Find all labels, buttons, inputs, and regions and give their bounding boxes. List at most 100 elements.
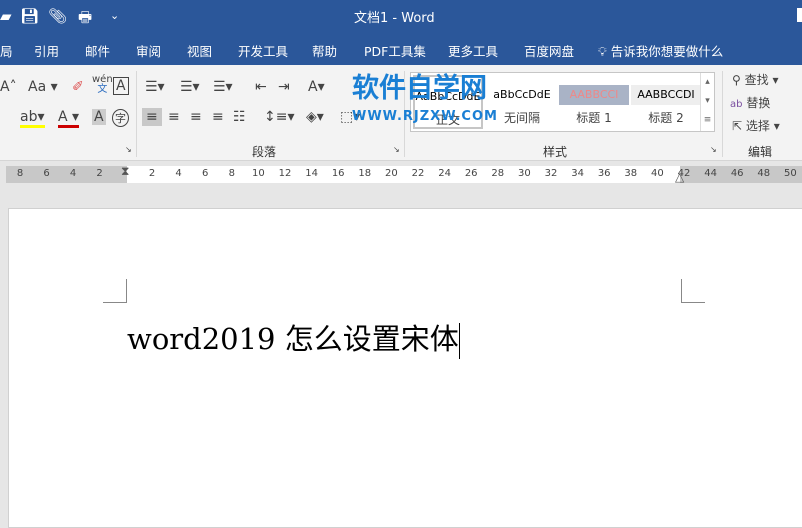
multilevel-list-icon[interactable]: ☰▾ xyxy=(213,79,233,95)
styles-dialog-launcher-icon[interactable]: ↘ xyxy=(710,145,717,154)
tab-references[interactable]: 引用 xyxy=(34,41,59,60)
cursor-icon: ⇱ xyxy=(732,119,743,133)
right-indent-marker[interactable]: △ xyxy=(675,170,684,184)
window-title: 文档1 - Word xyxy=(354,11,435,26)
customize-icon[interactable]: ⌄ xyxy=(110,9,119,22)
font-color-icon[interactable]: A ▾ xyxy=(58,109,80,128)
window-control[interactable] xyxy=(797,8,802,22)
ruler-number: 24 xyxy=(438,168,451,179)
crop-mark xyxy=(681,279,705,303)
ruler-number: 30 xyxy=(518,168,531,179)
ruler-number: 48 xyxy=(757,168,771,179)
ruler-number: 22 xyxy=(411,168,425,179)
ruler-number: 14 xyxy=(305,168,318,179)
distributed-icon[interactable]: ☷ xyxy=(233,109,246,125)
ribbon: A˄ Aa ▾ ✐ wén 文 A ab▾ A ▾ A 字 ☰▾ ☰▾ ☰▾ ⇤ … xyxy=(0,65,802,161)
tab-layout[interactable]: 局 xyxy=(0,41,13,60)
grow-font-icon[interactable]: A˄ xyxy=(0,79,17,95)
find-button[interactable]: ⚲ 查找 ▾ xyxy=(732,71,778,88)
paragraph-dialog-launcher-icon[interactable]: ↘ xyxy=(393,145,400,154)
document-text[interactable]: word2019 怎么设置宋体 xyxy=(127,316,460,359)
indent-marker[interactable]: ⧗ xyxy=(121,164,129,179)
tab-review[interactable]: 审阅 xyxy=(136,41,161,60)
tab-more-tools[interactable]: 更多工具 xyxy=(448,41,498,60)
bullets-icon[interactable]: ☰▾ xyxy=(145,79,165,95)
search-icon: ⚲ xyxy=(732,73,741,87)
char-border-icon[interactable]: A xyxy=(113,77,129,95)
style-name: 标题 1 xyxy=(576,111,612,125)
watermark-logo: 软件自学网 WWW.RJZXW.COM xyxy=(352,73,498,125)
text-content: word2019 怎么设置宋体 xyxy=(127,322,459,356)
save-icon[interactable]: 💾︎ xyxy=(20,7,39,25)
ruler-number: 18 xyxy=(358,168,372,179)
shading-icon[interactable]: ◈▾ xyxy=(306,109,324,125)
tab-developer[interactable]: 开发工具 xyxy=(238,41,288,60)
style-heading-1[interactable]: AABBCCI 标题 1 xyxy=(559,75,629,129)
select-button[interactable]: ⇱ 选择 ▾ xyxy=(732,117,780,134)
open-icon[interactable]: ▰ xyxy=(0,7,12,25)
clear-format-icon[interactable]: ✐ xyxy=(72,79,84,95)
ruler-number: 8 xyxy=(228,168,235,179)
highlight-icon[interactable]: ab▾ xyxy=(20,109,45,128)
tab-pdf[interactable]: PDF工具集 xyxy=(364,41,426,60)
ruler-number: 36 xyxy=(597,168,611,179)
style-name: 标题 2 xyxy=(648,111,684,125)
tab-mailings[interactable]: 邮件 xyxy=(85,41,110,60)
justify-icon[interactable]: ≡ xyxy=(212,109,224,125)
ruler-number: 32 xyxy=(544,168,558,179)
ruler-number: 40 xyxy=(651,168,664,179)
sort-icon[interactable]: A▾ xyxy=(308,79,325,95)
increase-indent-icon[interactable]: ⇥ xyxy=(278,79,290,95)
ruler-number: 8 xyxy=(16,168,24,179)
align-right-icon[interactable]: ≡ xyxy=(190,109,202,125)
phonetic-guide-icon[interactable]: wén 文 xyxy=(92,75,113,95)
attach-icon[interactable]: 📎︎ xyxy=(48,7,67,25)
enclose-char-icon[interactable]: 字 xyxy=(112,109,129,127)
line-spacing-icon[interactable]: ↕≡▾ xyxy=(264,109,295,125)
paragraph-group-label: 段落 xyxy=(252,145,277,159)
ruler-number: 34 xyxy=(571,168,584,179)
document-page[interactable] xyxy=(8,208,802,528)
select-label: 选择 xyxy=(745,119,770,133)
font-dialog-launcher-icon[interactable]: ↘ xyxy=(125,145,132,154)
change-case-icon[interactable]: Aa ▾ xyxy=(28,79,58,95)
horizontal-ruler[interactable]: 8 6 4 2 2 4 6 8 10 12 14 16 18 20 22 24 26 28 30 32 34 36 38 40… xyxy=(6,164,802,184)
ruler-number: 10 xyxy=(252,168,265,179)
lightbulb-icon: 💡︎ xyxy=(598,44,607,59)
text-caret xyxy=(458,323,460,359)
divider xyxy=(136,71,137,157)
char-shading-icon[interactable]: A xyxy=(92,109,106,125)
styles-group-label: 样式 xyxy=(543,145,568,159)
ruler-number: 28 xyxy=(491,168,505,179)
ribbon-tabs: 局 引用 邮件 审阅 视图 开发工具 帮助 PDF工具集 更多工具 百度网盘 💡… xyxy=(0,32,802,65)
replace-button[interactable]: ab 替换 xyxy=(730,94,770,111)
crop-mark xyxy=(103,279,127,303)
gallery-scroll[interactable]: ▴ ▾ ≡ xyxy=(700,73,714,131)
ruler-number: 26 xyxy=(464,168,478,179)
ruler-number: 46 xyxy=(730,168,744,179)
decrease-indent-icon[interactable]: ⇤ xyxy=(255,79,267,95)
title-bar: ▰ 💾︎ 📎︎ 🖶 ⌄ 文档1 - Word xyxy=(0,0,802,32)
ruler-number: 44 xyxy=(704,168,717,179)
ruler-number: 16 xyxy=(331,168,345,179)
ruler-number: 2 xyxy=(96,168,103,179)
ruler-number: 4 xyxy=(175,168,182,179)
find-label: 查找 xyxy=(744,73,769,87)
style-preview: AABBCCDI xyxy=(631,85,701,105)
align-left-icon[interactable]: ≡ xyxy=(142,108,162,126)
style-heading-2[interactable]: AABBCCDI 标题 2 xyxy=(631,75,701,129)
divider xyxy=(722,71,723,157)
ruler-number: 38 xyxy=(624,168,638,179)
ruler-number: 6 xyxy=(43,168,50,179)
numbering-icon[interactable]: ☰▾ xyxy=(180,79,200,95)
tell-me-text: 告诉我你想要做什么 xyxy=(610,44,724,59)
style-preview: AABBCCI xyxy=(559,85,629,105)
ruler-number: 50 xyxy=(784,168,797,179)
align-center-icon[interactable]: ≡ xyxy=(168,109,180,125)
tab-help[interactable]: 帮助 xyxy=(312,41,337,60)
tab-baidu[interactable]: 百度网盘 xyxy=(524,41,574,60)
print-icon[interactable]: 🖶 xyxy=(78,7,92,32)
tell-me[interactable]: 💡︎ 告诉我你想要做什么 xyxy=(598,41,723,60)
tab-view[interactable]: 视图 xyxy=(187,41,212,60)
ruler-number: 2 xyxy=(148,168,156,179)
